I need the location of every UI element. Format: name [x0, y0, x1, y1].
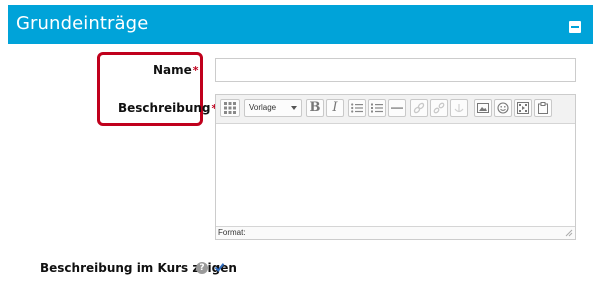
horizontal-rule-icon[interactable] — [388, 99, 406, 117]
name-input[interactable] — [215, 58, 576, 82]
paragraph-format-select[interactable]: Vorlage — [244, 99, 302, 117]
editor-toolbar: Vorlage B I — [216, 95, 575, 124]
show-in-course-checkbox[interactable] — [214, 262, 225, 273]
unlink-icon[interactable] — [430, 99, 448, 117]
editor-statusbar: Format: — [216, 226, 575, 239]
bold-icon[interactable]: B — [306, 99, 324, 117]
media-icon[interactable] — [514, 99, 532, 117]
image-icon[interactable] — [474, 99, 492, 117]
name-label-text: Name — [153, 63, 192, 77]
anchor-icon[interactable] — [450, 99, 468, 117]
emoji-icon[interactable] — [494, 99, 512, 117]
description-label: Beschreibung* — [118, 101, 217, 115]
name-label: Name* — [153, 63, 199, 77]
chevron-down-icon — [291, 106, 297, 110]
paragraph-format-value: Vorlage — [249, 103, 277, 112]
toolbar-toggle-icon[interactable] — [220, 99, 240, 117]
section-title: Grundeinträge — [16, 13, 149, 34]
description-label-text: Beschreibung — [118, 101, 211, 115]
description-editor: Vorlage B I Format: — [215, 94, 576, 240]
question-icon[interactable]: ? — [196, 262, 208, 274]
required-marker: * — [192, 64, 199, 77]
section-header[interactable]: Grundeinträge — [8, 5, 593, 44]
format-status-label: Format: — [218, 228, 246, 237]
paste-icon[interactable] — [534, 99, 552, 117]
resize-handle-icon[interactable] — [565, 229, 573, 237]
ordered-list-icon[interactable] — [368, 99, 386, 117]
minus-square-icon[interactable] — [569, 21, 581, 33]
description-textarea[interactable] — [216, 124, 575, 227]
unordered-list-icon[interactable] — [348, 99, 366, 117]
link-icon[interactable] — [410, 99, 428, 117]
italic-icon[interactable]: I — [326, 99, 344, 117]
